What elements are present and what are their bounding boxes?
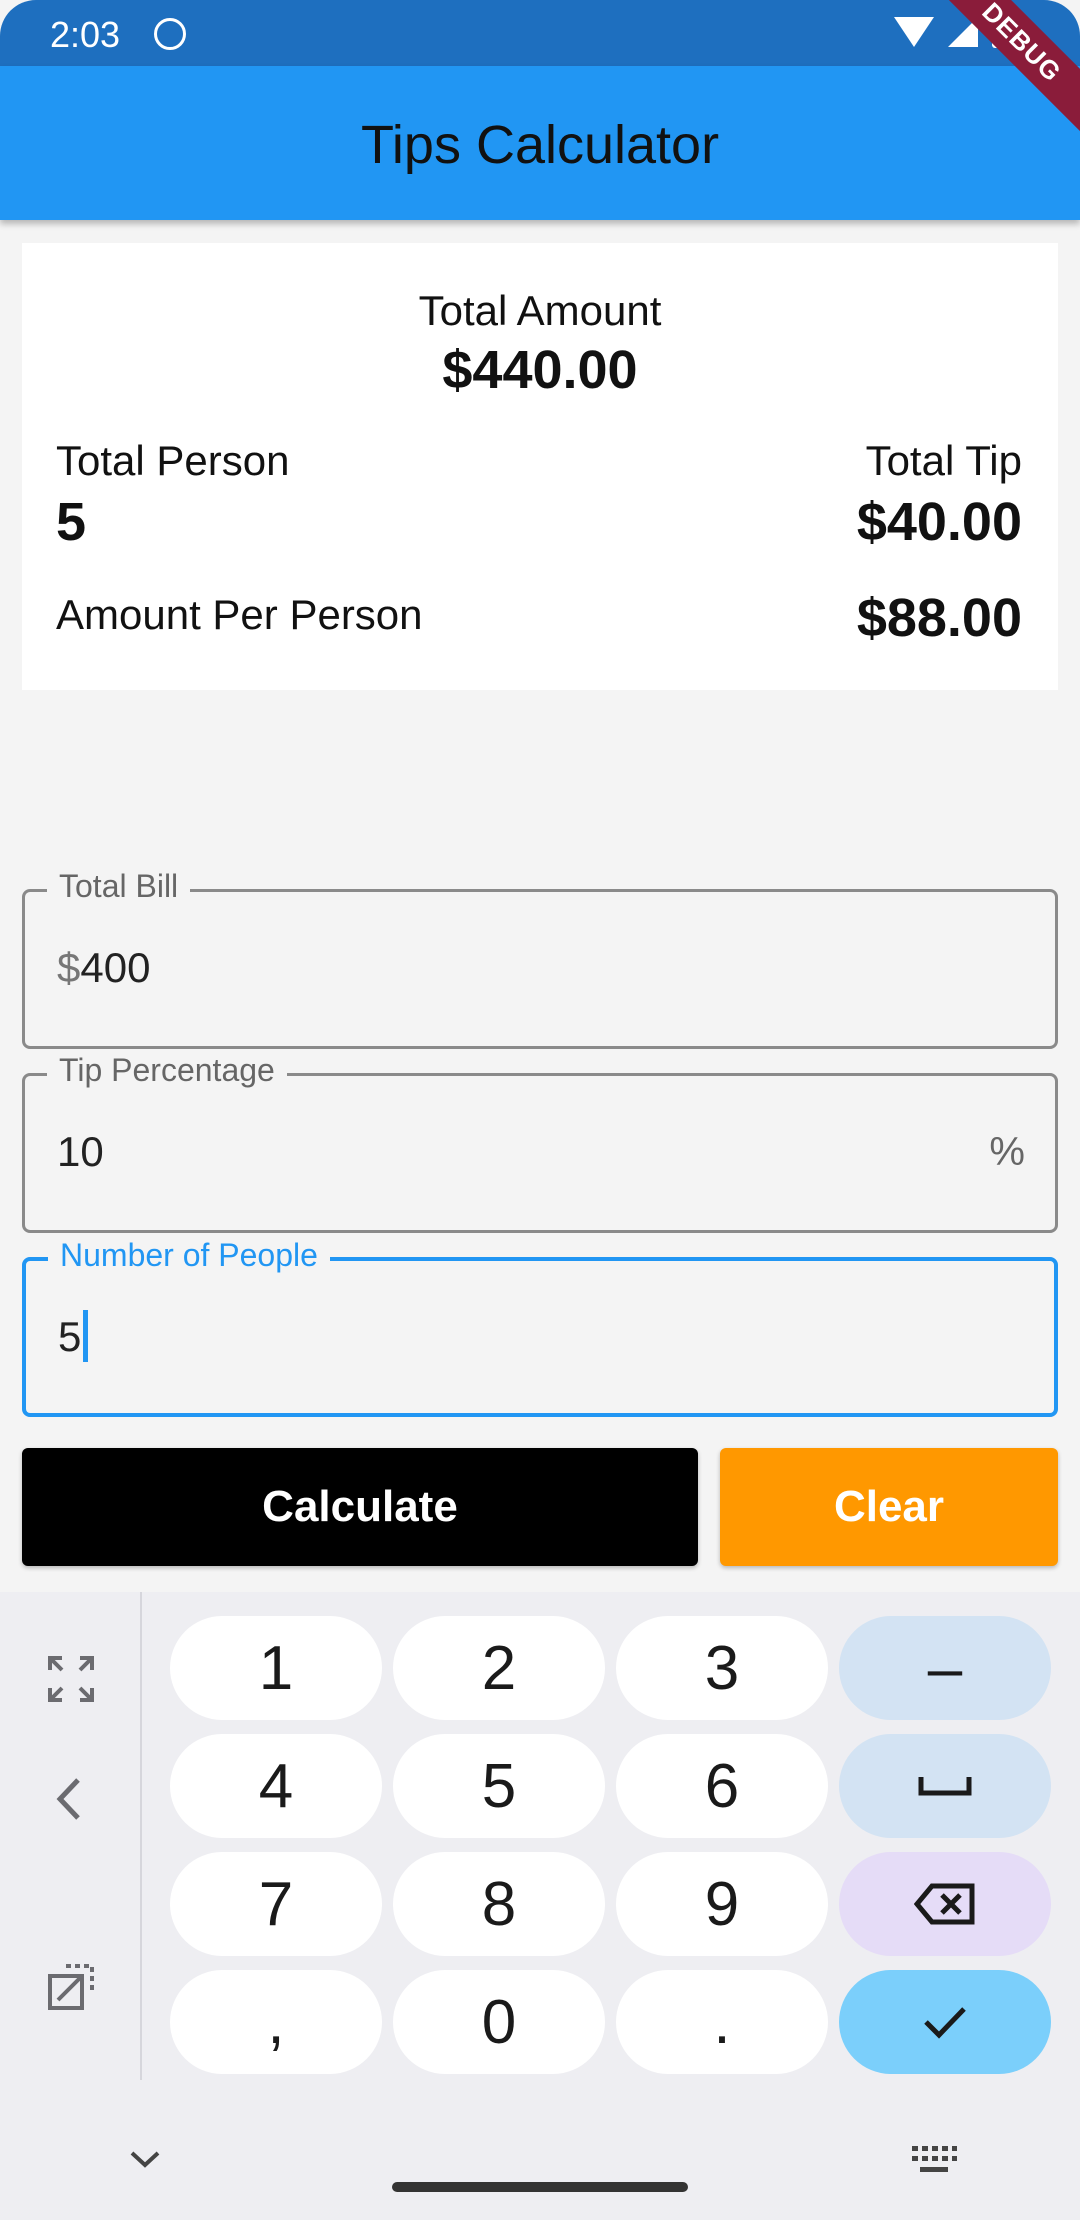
- key-2[interactable]: 2: [393, 1616, 605, 1720]
- key-5[interactable]: 5: [393, 1734, 605, 1838]
- key-comma[interactable]: ,: [170, 1970, 382, 2074]
- total-person-value: 5: [56, 492, 87, 552]
- total-bill-input[interactable]: $400: [57, 944, 150, 992]
- back-chevron-icon[interactable]: [46, 1774, 96, 1824]
- key-period[interactable]: .: [616, 1970, 828, 2074]
- text-cursor: [83, 1309, 89, 1362]
- key-8[interactable]: 8: [393, 1852, 605, 1956]
- keyboard-side-panel: [0, 1592, 142, 2080]
- total-tip-value: $40.00: [856, 492, 1022, 552]
- percent-suffix: %: [989, 1130, 1025, 1174]
- collapse-chevron-icon[interactable]: [128, 2148, 162, 2170]
- app-bar: Tips Calculator: [0, 66, 1080, 220]
- done-key[interactable]: [839, 1970, 1051, 2074]
- tip-percentage-label: Tip Percentage: [47, 1052, 287, 1089]
- numeric-keyboard: 1 2 3 – 4 5 6 7 8 9 , 0 .: [0, 1592, 1080, 2220]
- key-4[interactable]: 4: [170, 1734, 382, 1838]
- total-bill-value: 400: [80, 944, 151, 991]
- key-3[interactable]: 3: [616, 1616, 828, 1720]
- backspace-key[interactable]: [839, 1852, 1051, 1956]
- total-bill-field[interactable]: Total Bill $400: [22, 868, 1058, 1049]
- clear-button[interactable]: Clear: [720, 1448, 1058, 1566]
- currency-prefix: $: [57, 944, 81, 991]
- backspace-icon: [914, 1883, 975, 1925]
- summary-card: Total Amount $440.00 Total Person 5 Tota…: [22, 243, 1058, 690]
- number-of-people-input[interactable]: 5: [58, 1309, 89, 1362]
- status-bar: 2:03: [0, 0, 1080, 66]
- checkmark-icon: [924, 2007, 966, 2039]
- home-indicator[interactable]: [392, 2182, 688, 2192]
- expand-icon[interactable]: [46, 1654, 96, 1704]
- total-bill-label: Total Bill: [47, 868, 191, 905]
- tip-percentage-field[interactable]: Tip Percentage 10 %: [22, 1052, 1058, 1233]
- key-1[interactable]: 1: [170, 1616, 382, 1720]
- tip-percentage-input[interactable]: 10: [57, 1128, 104, 1176]
- key-7[interactable]: 7: [170, 1852, 382, 1956]
- popout-icon[interactable]: [46, 1962, 96, 2012]
- per-person-label: Amount Per Person: [56, 591, 423, 638]
- tip-percentage-value: 10: [57, 1128, 104, 1175]
- wifi-icon: [894, 17, 934, 47]
- status-time: 2:03: [50, 14, 121, 55]
- calculate-button[interactable]: Calculate: [22, 1448, 698, 1566]
- key-6[interactable]: 6: [616, 1734, 828, 1838]
- key-9[interactable]: 9: [616, 1852, 828, 1956]
- app-notification-icon: [154, 18, 186, 50]
- per-person-value: $88.00: [856, 588, 1022, 648]
- key-0[interactable]: 0: [393, 1970, 605, 2074]
- number-of-people-label: Number of People: [48, 1237, 330, 1274]
- number-of-people-value: 5: [58, 1313, 82, 1360]
- keyboard-icon[interactable]: [910, 2144, 958, 2176]
- total-amount-label: Total Amount: [418, 287, 662, 334]
- keyboard-bottom-bar: [0, 2080, 1080, 2220]
- number-of-people-field[interactable]: Number of People 5: [22, 1237, 1058, 1417]
- space-key[interactable]: [839, 1734, 1051, 1838]
- key-minus[interactable]: –: [839, 1616, 1051, 1720]
- page-title: Tips Calculator: [360, 115, 720, 175]
- space-icon: [918, 1777, 972, 1796]
- total-tip-label: Total Tip: [865, 437, 1022, 484]
- total-person-label: Total Person: [56, 437, 290, 484]
- total-amount-value: $440.00: [442, 340, 638, 400]
